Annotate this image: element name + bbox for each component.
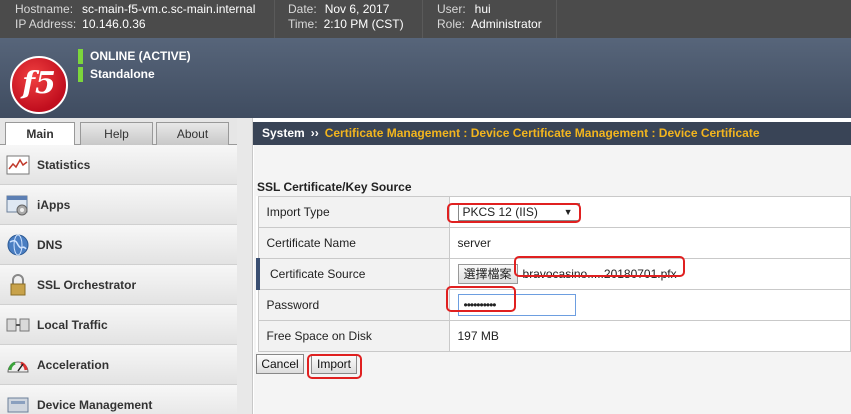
date-value: Nov 6, 2017 <box>324 2 390 16</box>
free-space-label: Free Space on Disk <box>257 320 450 352</box>
highlight-import-type <box>447 203 581 223</box>
highlight-import-button <box>307 354 362 379</box>
sidebar-item-label: Acceleration <box>37 357 110 372</box>
hostname-value: sc-main-f5-vm.c.sc-main.internal <box>82 2 256 16</box>
statistics-icon <box>5 153 31 177</box>
certificate-name-label: Certificate Name <box>257 227 450 259</box>
ssl-lock-icon <box>5 273 31 297</box>
iapps-icon <box>5 193 31 217</box>
form-row-free-space: Free Space on Disk 197 MB <box>257 320 851 352</box>
sidebar-item-statistics[interactable]: Statistics <box>0 145 237 185</box>
role-label: Role: <box>437 17 466 31</box>
sidebar-item-device-management[interactable]: Device Management <box>0 385 237 414</box>
time-value: 2:10 PM (CST) <box>323 17 404 31</box>
sidebar-item-dns[interactable]: DNS <box>0 225 237 265</box>
divider <box>556 0 557 38</box>
highlight-password <box>446 286 516 312</box>
dns-globe-icon <box>5 233 31 257</box>
local-traffic-icon <box>5 313 31 337</box>
status-standalone: Standalone <box>90 67 155 81</box>
main-tabs: Main Help About <box>0 118 237 146</box>
user-value: hui <box>474 2 491 16</box>
f5-logo: f5 <box>10 56 68 114</box>
sidebar-item-label: Local Traffic <box>37 317 108 332</box>
sidebar-item-label: Statistics <box>37 157 91 172</box>
sidebar-item-label: DNS <box>37 237 63 252</box>
device-management-icon <box>5 393 31 414</box>
sidebar: Statistics iApps DNS SSL Orchestrator Lo… <box>0 145 237 414</box>
device-status: ONLINE (ACTIVE) Standalone <box>78 48 191 84</box>
password-label: Password <box>257 289 450 321</box>
hostname-label: Hostname: <box>15 2 74 16</box>
tab-main[interactable]: Main <box>5 122 75 146</box>
role-value: Administrator <box>471 17 542 31</box>
date-label: Date: <box>288 2 317 16</box>
system-info-bar: Hostname: sc-main-f5-vm.c.sc-main.interna… <box>0 0 851 38</box>
status-online: ONLINE (ACTIVE) <box>90 49 191 63</box>
tab-help[interactable]: Help <box>80 122 153 145</box>
banner: f5 ONLINE (ACTIVE) Standalone <box>0 38 851 118</box>
sidebar-item-local-traffic[interactable]: Local Traffic <box>0 305 237 345</box>
sidebar-item-label: Device Management <box>37 397 153 412</box>
ip-label: IP Address: <box>15 17 77 31</box>
host-info: Hostname: sc-main-f5-vm.c.sc-main.interna… <box>15 2 255 32</box>
certificate-name-value: server <box>448 227 851 259</box>
status-indicator <box>78 66 83 82</box>
choose-file-button[interactable]: 選擇檔案 <box>457 264 518 284</box>
panel-divider <box>237 118 253 414</box>
user-label: User: <box>437 2 466 16</box>
sidebar-item-ssl-orchestrator[interactable]: SSL Orchestrator <box>0 265 237 305</box>
acceleration-gauge-icon <box>5 353 31 377</box>
sidebar-item-acceleration[interactable]: Acceleration <box>0 345 237 385</box>
tab-about[interactable]: About <box>156 122 229 145</box>
sidebar-item-label: SSL Orchestrator <box>37 277 137 292</box>
highlight-file-name <box>514 256 685 277</box>
sidebar-item-label: iApps <box>37 197 71 212</box>
sidebar-item-iapps[interactable]: iApps <box>0 185 237 225</box>
divider <box>274 0 275 38</box>
free-space-value: 197 MB <box>448 320 851 352</box>
breadcrumb-path[interactable]: Certificate Management : Device Certific… <box>325 126 760 140</box>
ip-value: 10.146.0.36 <box>82 17 146 31</box>
divider <box>422 0 423 38</box>
form-row-password: Password •••••••••• <box>257 289 851 321</box>
datetime-info: Date: Nov 6, 2017 Time: 2:10 PM (CST) <box>288 2 404 32</box>
status-indicator <box>78 48 83 64</box>
section-title: SSL Certificate/Key Source <box>257 180 412 194</box>
certificate-source-label: Certificate Source <box>256 258 450 290</box>
breadcrumb-root[interactable]: System <box>262 126 305 140</box>
breadcrumb-separator: ›› <box>310 126 319 140</box>
breadcrumb: System ›› Certificate Management : Device … <box>253 122 851 145</box>
time-label: Time: <box>288 17 318 31</box>
import-type-label: Import Type <box>257 196 450 228</box>
cancel-button[interactable]: Cancel <box>256 354 304 374</box>
form-row-certificate-name: Certificate Name server <box>257 227 851 259</box>
user-info: User: hui Role: Administrator <box>437 2 542 32</box>
